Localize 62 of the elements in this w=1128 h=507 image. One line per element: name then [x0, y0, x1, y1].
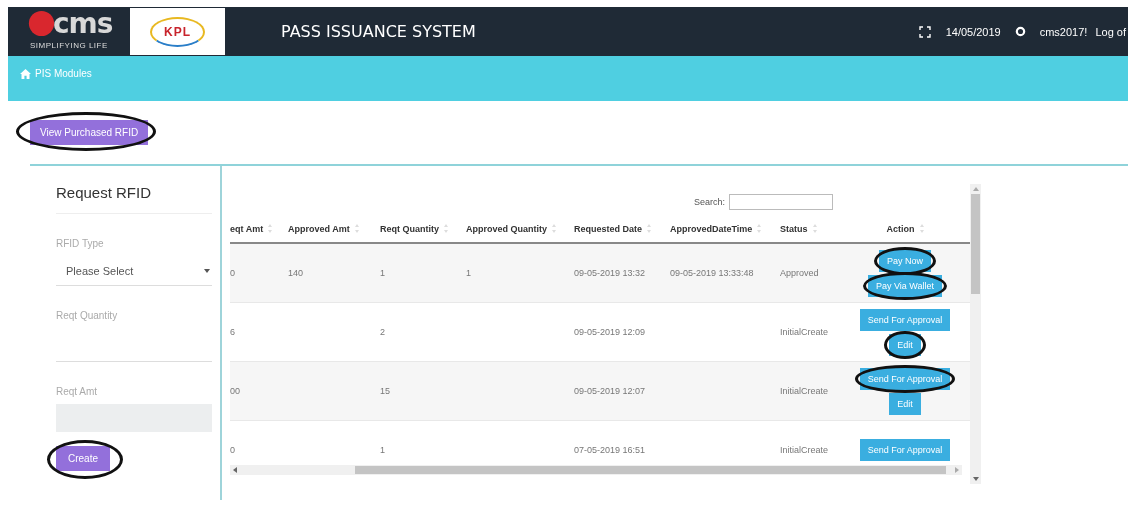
sort-icon[interactable]: [812, 224, 817, 233]
partner-logo-text: KPL: [150, 16, 205, 47]
table-cell: 140: [288, 268, 304, 278]
logo-text: cms: [53, 11, 113, 37]
table-cell: InitialCreate: [780, 327, 829, 337]
logout-link[interactable]: Log of: [1095, 25, 1126, 38]
scroll-up-icon[interactable]: [972, 187, 979, 191]
search-field[interactable]: [729, 194, 833, 210]
table-cell: 1: [380, 268, 385, 278]
vertical-scrollbar[interactable]: [970, 184, 981, 484]
table-cell: 0: [230, 445, 235, 455]
table-cell: 15: [380, 386, 390, 396]
table-cell: Approved: [780, 268, 819, 278]
table-cell: InitialCreate: [780, 386, 829, 396]
column-header[interactable]: Reqt Quantity: [380, 223, 439, 234]
column-header[interactable]: Status: [780, 223, 808, 234]
scroll-right-icon[interactable]: [955, 467, 959, 473]
column-header[interactable]: Action: [886, 223, 915, 234]
column-header[interactable]: Approved Quantity: [466, 223, 547, 234]
search-label: Search:: [693, 197, 725, 207]
scroll-down-icon[interactable]: [972, 477, 979, 481]
settings-icon[interactable]: [1014, 26, 1026, 37]
table-cell: 09-05-2019 12:09: [574, 327, 646, 337]
logo-tagline: SIMPLIFYING LIFE: [30, 41, 108, 50]
table-cell: 6: [230, 327, 235, 337]
table-cell: 0: [230, 268, 235, 278]
table-cell: 1: [380, 445, 385, 455]
table-cell: 00: [230, 386, 240, 396]
field-label: Reqt Quantity: [56, 310, 119, 321]
table-cell: 09-05-2019 13:33:48: [670, 268, 754, 278]
caret-icon: [204, 269, 210, 273]
current-date: 14/05/2019: [945, 25, 1001, 38]
field-label: RFID Type: [56, 238, 105, 249]
user-name: cms2017!: [1039, 25, 1088, 38]
view-purchased-button[interactable]: View Purchased RFID: [30, 120, 149, 145]
home-icon[interactable]: [20, 69, 31, 79]
field-label: Reqt Amt: [56, 386, 99, 397]
sort-icon[interactable]: [268, 224, 273, 233]
form-title: Request RFID: [56, 184, 212, 214]
horizontal-scrollbar[interactable]: [230, 465, 962, 475]
table-cell: 07-05-2019 16:51: [574, 445, 646, 455]
sort-icon[interactable]: [647, 224, 652, 233]
sort-icon[interactable]: [444, 224, 448, 233]
create-button[interactable]: Create: [56, 446, 110, 471]
table-cell: 1: [466, 268, 471, 278]
scroll-left-icon[interactable]: [233, 467, 237, 473]
column-header[interactable]: Approved Amt: [288, 223, 350, 234]
sort-icon[interactable]: [919, 224, 924, 233]
column-header[interactable]: ApprovedDateTime: [670, 223, 753, 234]
column-header[interactable]: eqt Amt: [230, 223, 264, 234]
logo-circle-icon: [28, 10, 55, 37]
table-cell: 09-05-2019 13:32: [574, 268, 646, 278]
table-cell: 2: [380, 327, 385, 337]
table-cell: 09-05-2019 12:07: [574, 386, 646, 396]
rfid-type-dropdown[interactable]: Please Select: [56, 265, 212, 286]
table-cell: InitialCreate: [780, 445, 829, 455]
fullscreen-icon[interactable]: [918, 25, 931, 38]
column-header[interactable]: Requested Date: [574, 223, 643, 234]
app-title: PASS ISSUANCE SYSTEM: [281, 22, 476, 41]
sort-icon[interactable]: [354, 224, 359, 233]
sort-icon[interactable]: [757, 224, 762, 233]
sort-icon[interactable]: [552, 224, 556, 233]
